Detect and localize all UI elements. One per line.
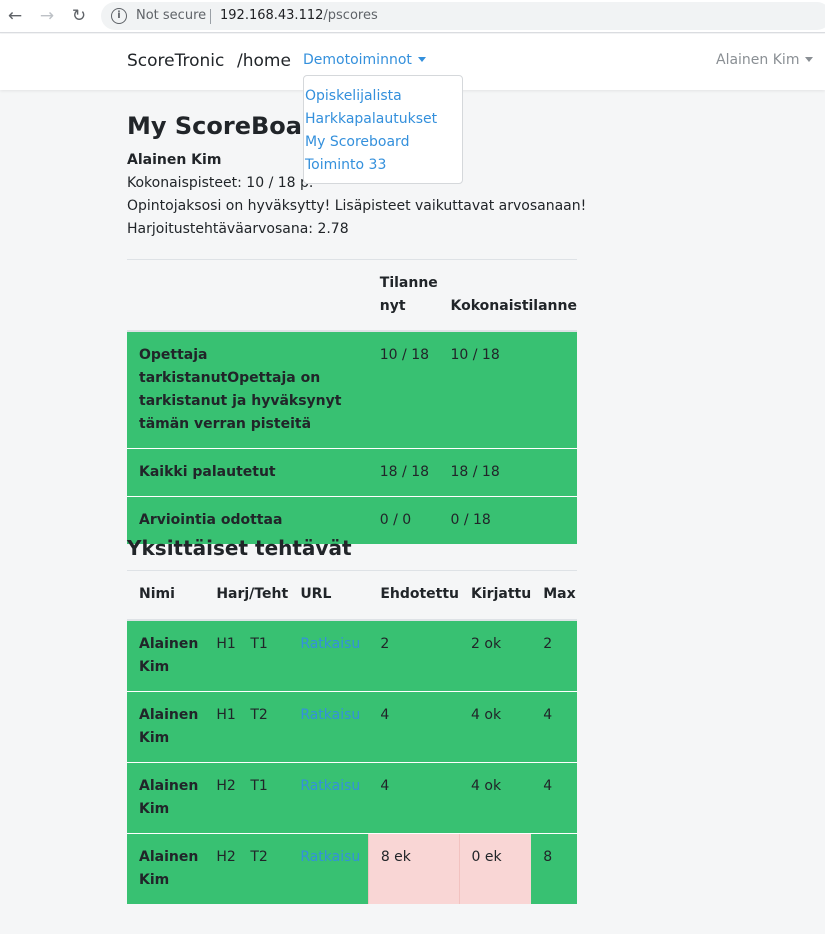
task-name: Alainen Kim bbox=[127, 761, 205, 833]
task-teht: T1 bbox=[250, 635, 268, 652]
task-kirjattu: 0 ek bbox=[458, 832, 532, 904]
column-header-name: Nimi bbox=[127, 570, 205, 621]
task-kirjattu: 4 ok bbox=[459, 761, 532, 833]
solution-link[interactable]: Ratkaisu bbox=[300, 849, 360, 865]
task-url: Ratkaisu bbox=[288, 761, 369, 833]
column-header-url: URL bbox=[288, 570, 369, 621]
back-arrow-icon[interactable]: ← bbox=[4, 5, 26, 27]
table-row: Alainen Kim H1 T1 Ratkaisu 2 2 ok 2 bbox=[127, 619, 577, 691]
column-header-now: Tilanne nyt bbox=[367, 260, 439, 332]
task-name: Alainen Kim bbox=[127, 619, 205, 691]
row-total: 0 / 18 bbox=[438, 496, 577, 544]
home-link[interactable]: /home bbox=[237, 51, 291, 71]
url-host: 192.168.43.112 bbox=[220, 8, 324, 23]
address-bar[interactable]: i Not secure 192.168.43.112/pscores bbox=[101, 2, 825, 30]
task-harj: H1 bbox=[216, 706, 236, 723]
security-label: Not secure bbox=[136, 8, 207, 23]
solution-link[interactable]: Ratkaisu bbox=[300, 636, 360, 652]
task-name: Alainen Kim bbox=[127, 690, 205, 762]
column-header-max: Max bbox=[531, 570, 577, 621]
task-harj: H1 bbox=[216, 635, 236, 652]
demo-dropdown-menu: Opiskelijalista Harkkapalautukset My Sco… bbox=[303, 75, 463, 184]
exercise-grade: Harjoitustehtäväarvosana: 2.78 bbox=[127, 221, 349, 237]
task-max: 2 bbox=[531, 619, 577, 691]
task-harj-teht: H2 T1 bbox=[204, 761, 289, 833]
task-url: Ratkaisu bbox=[288, 690, 369, 762]
task-teht: T1 bbox=[250, 777, 268, 794]
url-text[interactable]: 192.168.43.112/pscores bbox=[220, 8, 378, 23]
task-harj-teht: H1 T1 bbox=[204, 619, 289, 691]
task-name: Alainen Kim bbox=[127, 832, 205, 904]
dropdown-item-my-scoreboard[interactable]: My Scoreboard bbox=[304, 131, 462, 154]
task-teht: T2 bbox=[250, 848, 268, 865]
task-teht: T2 bbox=[250, 706, 268, 723]
page-title: My ScoreBoard bbox=[127, 112, 331, 140]
table-row: Alainen Kim H1 T2 Ratkaisu 4 4 ok 4 bbox=[127, 690, 577, 762]
row-now: 0 / 0 bbox=[367, 496, 439, 544]
task-url: Ratkaisu bbox=[288, 832, 369, 904]
table-row: Kaikki palautetut 18 / 18 18 / 18 bbox=[127, 448, 577, 497]
column-header-label bbox=[127, 260, 368, 332]
table-row: Alainen Kim H2 T1 Ratkaisu 4 4 ok 4 bbox=[127, 761, 577, 833]
row-total: 10 / 18 bbox=[438, 330, 577, 449]
column-header-ehdotettu: Ehdotettu bbox=[368, 570, 460, 621]
row-now: 18 / 18 bbox=[367, 448, 439, 497]
task-ehdotettu: 8 ek bbox=[367, 832, 460, 904]
summary-table: Tilanne nyt Kokonaistilanne Opettaja tar… bbox=[127, 260, 577, 544]
task-ehdotettu: 4 bbox=[368, 690, 460, 762]
student-name: Alainen Kim bbox=[127, 152, 222, 168]
column-header-total: Kokonaistilanne bbox=[438, 260, 577, 332]
solution-link[interactable]: Ratkaisu bbox=[300, 707, 360, 723]
row-label: Opettaja tarkistanutOpettaja on tarkista… bbox=[127, 330, 368, 449]
row-total: 18 / 18 bbox=[438, 448, 577, 497]
dropdown-item-harkkapalautukset[interactable]: Harkkapalautukset bbox=[304, 108, 462, 131]
table-row: Alainen Kim H2 T2 Ratkaisu 8 ek 0 ek 8 bbox=[127, 832, 577, 904]
demo-menu-toggle[interactable]: Demotoiminnot bbox=[303, 52, 426, 68]
divider bbox=[210, 9, 211, 24]
table-row: Opettaja tarkistanutOpettaja on tarkista… bbox=[127, 330, 577, 449]
task-max: 4 bbox=[531, 690, 577, 762]
demo-menu-label: Demotoiminnot bbox=[303, 52, 412, 68]
dropdown-item-toiminto-33[interactable]: Toiminto 33 bbox=[304, 154, 462, 177]
caret-down-icon bbox=[805, 57, 814, 62]
task-harj: H2 bbox=[216, 848, 236, 865]
table-header-row: Tilanne nyt Kokonaistilanne bbox=[127, 260, 577, 332]
forward-arrow-icon[interactable]: → bbox=[36, 5, 58, 27]
status-message: Opintojaksosi on hyväksytty! Lisäpisteet… bbox=[127, 198, 587, 214]
brand-link[interactable]: ScoreTronic bbox=[127, 51, 224, 71]
task-url: Ratkaisu bbox=[288, 619, 369, 691]
task-kirjattu: 2 ok bbox=[459, 619, 532, 691]
tasks-table: Nimi Harj/Teht URL Ehdotettu Kirjattu Ma… bbox=[127, 570, 577, 904]
task-kirjattu: 4 ok bbox=[459, 690, 532, 762]
row-now: 10 / 18 bbox=[367, 330, 439, 449]
column-header-harj-teht: Harj/Teht bbox=[204, 570, 289, 621]
task-max: 4 bbox=[531, 761, 577, 833]
table-header-row: Nimi Harj/Teht URL Ehdotettu Kirjattu Ma… bbox=[127, 570, 577, 621]
row-label: Kaikki palautetut bbox=[127, 448, 368, 497]
reload-icon[interactable]: ↻ bbox=[68, 5, 90, 27]
url-path: /pscores bbox=[323, 8, 378, 23]
task-ehdotettu: 4 bbox=[368, 761, 460, 833]
task-max: 8 bbox=[531, 832, 577, 904]
solution-link[interactable]: Ratkaisu bbox=[300, 778, 360, 794]
task-harj-teht: H2 T2 bbox=[204, 832, 289, 904]
tasks-title: Yksittäiset tehtävät bbox=[127, 536, 352, 560]
caret-down-icon bbox=[417, 57, 426, 62]
browser-toolbar: ← → ↻ i Not secure 192.168.43.112/pscore… bbox=[0, 0, 825, 33]
task-ehdotettu: 2 bbox=[368, 619, 460, 691]
total-points: Kokonaispisteet: 10 / 18 p. bbox=[127, 175, 314, 191]
dropdown-item-opiskelijalista[interactable]: Opiskelijalista bbox=[304, 85, 462, 108]
task-harj-teht: H1 T2 bbox=[204, 690, 289, 762]
user-menu-toggle[interactable]: Alainen Kim bbox=[716, 52, 814, 68]
info-icon[interactable]: i bbox=[111, 8, 127, 24]
column-header-kirjattu: Kirjattu bbox=[459, 570, 532, 621]
task-harj: H2 bbox=[216, 777, 236, 794]
user-name: Alainen Kim bbox=[716, 52, 800, 68]
